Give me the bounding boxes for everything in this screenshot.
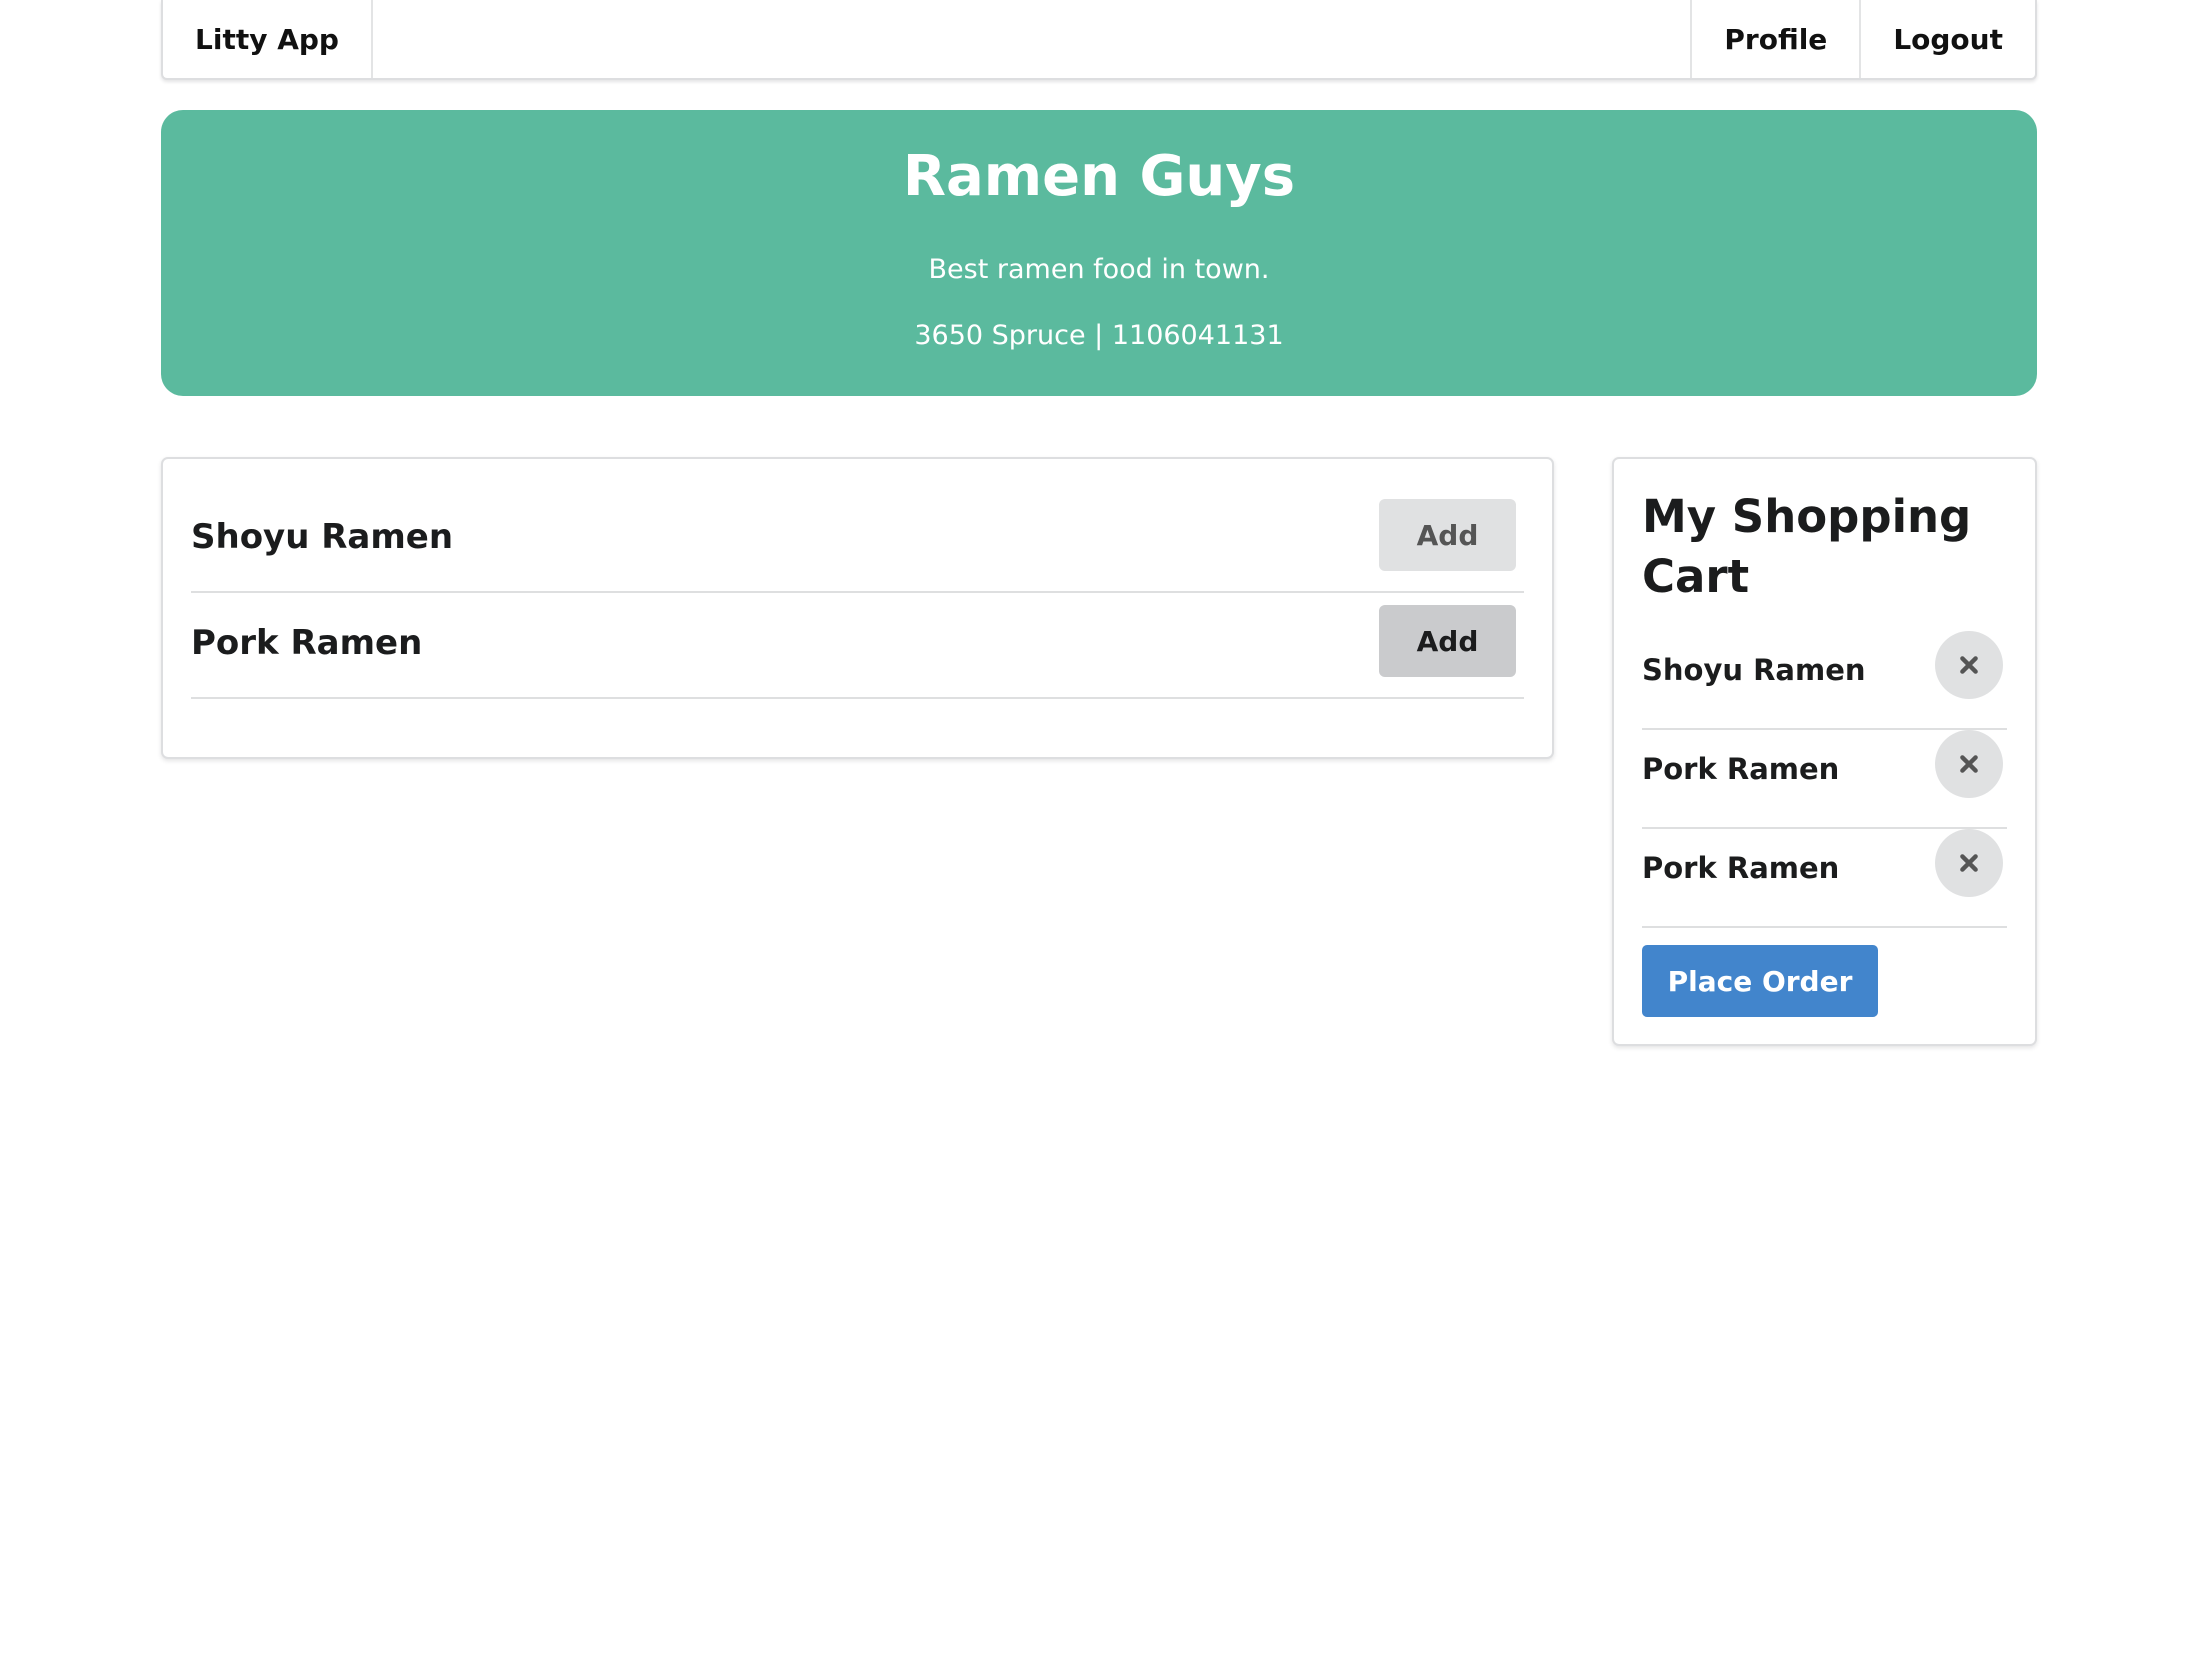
cart-item: Pork Ramen <box>1642 829 2007 928</box>
place-order-button[interactable]: Place Order <box>1642 945 1878 1017</box>
nav-logout-link[interactable]: Logout <box>1859 0 2035 78</box>
cart-item-name: Shoyu Ramen <box>1642 653 1866 687</box>
nav-brand-link[interactable]: Litty App <box>163 0 373 78</box>
restaurant-name: Ramen Guys <box>902 144 1296 209</box>
close-icon <box>1960 755 1978 773</box>
restaurant-banner: Ramen Guys Best ramen food in town. 3650… <box>161 110 2037 396</box>
menu-card: Shoyu Ramen Add Pork Ramen Add <box>161 457 1554 759</box>
cart-item: Pork Ramen <box>1642 730 2007 829</box>
add-to-cart-button[interactable]: Add <box>1379 605 1516 677</box>
cart-title: My Shopping Cart <box>1642 490 1972 603</box>
remove-item-button[interactable] <box>1935 730 2003 798</box>
menu-item-name: Shoyu Ramen <box>191 517 454 557</box>
top-navbar: Litty App Profile Logout <box>161 0 2037 80</box>
menu-item: Shoyu Ramen Add <box>191 487 1524 593</box>
cart-item-name: Pork Ramen <box>1642 752 1840 786</box>
remove-item-button[interactable] <box>1935 631 2003 699</box>
shopping-cart-card: My Shopping Cart Shoyu Ramen Pork Ramen <box>1612 457 2037 1046</box>
cart-list: Shoyu Ramen Pork Ramen Pork Ramen <box>1642 631 2007 928</box>
app-container: Litty App Profile Logout Ramen Guys Best… <box>161 0 2037 1046</box>
cart-item: Shoyu Ramen <box>1642 631 2007 730</box>
restaurant-description: Best ramen food in town. <box>928 254 1270 285</box>
close-icon <box>1960 656 1978 674</box>
menu-list: Shoyu Ramen Add Pork Ramen Add <box>191 487 1524 699</box>
menu-item-name: Pork Ramen <box>191 623 423 663</box>
remove-item-button[interactable] <box>1935 829 2003 897</box>
add-to-cart-button[interactable]: Add <box>1379 499 1516 571</box>
menu-item: Pork Ramen Add <box>191 593 1524 699</box>
cart-item-name: Pork Ramen <box>1642 851 1840 885</box>
restaurant-contact: 3650 Spruce | 1106041131 <box>914 320 1284 351</box>
nav-profile-link[interactable]: Profile <box>1690 0 1859 78</box>
close-icon <box>1960 854 1978 872</box>
